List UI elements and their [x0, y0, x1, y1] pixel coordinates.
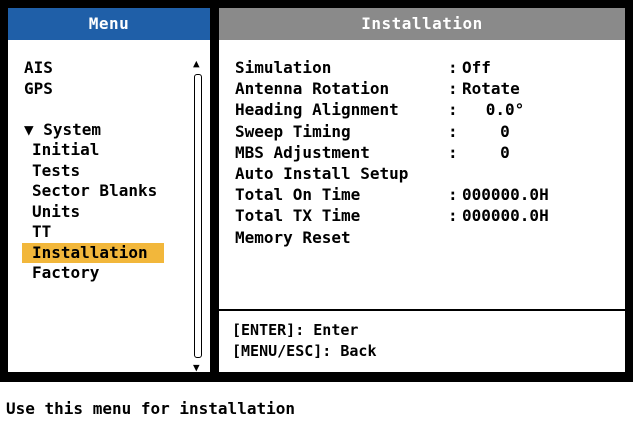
scroll-track[interactable]: [194, 74, 202, 358]
setting-colon: :: [448, 142, 458, 162]
setting-value: 000000.0H: [462, 185, 549, 205]
menu-header: Menu: [8, 8, 210, 40]
setting-colon: :: [448, 121, 458, 141]
menu-item-initial[interactable]: Initial: [24, 140, 164, 161]
setting-label: Simulation: [235, 58, 332, 77]
menu-list: AIS GPS ▼ System Initial Tests Sector Blanks U…: [22, 58, 164, 284]
scroll-up-icon[interactable]: ▲: [193, 58, 200, 70]
menu-spacer: [24, 99, 164, 120]
setting-simulation[interactable]: Simulation: Off: [235, 58, 615, 79]
setting-label: Total TX Time: [235, 206, 361, 226]
menu-panel: Menu AIS GPS ▼ System Initial Tests Sector Bl…: [8, 8, 210, 374]
setting-value: Off: [462, 58, 491, 77]
menu-item-tt[interactable]: TT: [24, 222, 164, 243]
setting-colon: :: [448, 185, 458, 205]
setting-label: Auto Install Setup: [235, 163, 409, 183]
setting-total-on-time[interactable]: Total On Time:000000.0H: [235, 185, 615, 206]
setting-value: 000000.0H: [462, 206, 549, 226]
setting-mbs-adjustment[interactable]: MBS Adjustment: 0: [235, 143, 615, 164]
setting-colon: :: [448, 206, 458, 226]
menu-item-gps[interactable]: GPS: [24, 79, 164, 100]
installation-header: Installation: [219, 8, 625, 40]
setting-value: 0: [500, 121, 510, 141]
setting-label: Heading Alignment: [235, 100, 399, 120]
menu-item-factory[interactable]: Factory: [24, 263, 164, 284]
divider: [219, 309, 625, 311]
setting-total-tx-time[interactable]: Total TX Time:000000.0H: [235, 206, 615, 227]
setting-colon: :: [448, 100, 458, 120]
status-bar: Use this menu for installation: [0, 382, 633, 427]
setting-memory-reset[interactable]: Memory Reset: [235, 228, 615, 249]
setting-label: Memory Reset: [235, 227, 351, 247]
menu-item-system[interactable]: ▼ System: [24, 120, 164, 141]
enter-key-hint: [ENTER]: Enter: [232, 321, 359, 339]
setting-heading-alignment[interactable]: Heading Alignment: 0.0°: [235, 100, 615, 121]
menu-item-installation[interactable]: Installation: [22, 242, 164, 263]
setting-value: Rotate: [462, 79, 520, 99]
radar-screen: Menu AIS GPS ▼ System Initial Tests Sector Bl…: [0, 0, 633, 427]
setting-label: Sweep Timing: [235, 121, 351, 141]
setting-value: 0.0°: [485, 100, 525, 120]
setting-auto-install-setup[interactable]: Auto Install Setup: [235, 164, 615, 185]
menu-item-ais[interactable]: AIS: [24, 58, 164, 79]
menu-scrollbar[interactable]: ▲ ▼: [192, 58, 204, 374]
scroll-down-icon[interactable]: ▼: [193, 362, 200, 374]
setting-label: MBS Adjustment: [235, 142, 370, 162]
setting-antenna-rotation[interactable]: Antenna Rotation: Rotate: [235, 79, 615, 100]
status-text: Use this menu for installation: [6, 399, 295, 418]
key-hints: [ENTER]: Enter [MENU/ESC]: Back: [232, 320, 377, 362]
menu-item-sector-blanks[interactable]: Sector Blanks: [24, 181, 164, 202]
setting-value: 0: [500, 142, 510, 162]
back-key-hint: [MENU/ESC]: Back: [232, 342, 377, 360]
setting-label: Total On Time: [235, 185, 361, 205]
menu-item-units[interactable]: Units: [24, 202, 164, 223]
setting-colon: :: [448, 58, 458, 77]
setting-colon: :: [448, 79, 458, 99]
menu-item-tests[interactable]: Tests: [24, 161, 164, 182]
setting-label: Antenna Rotation: [235, 79, 390, 99]
installation-list: Simulation: Off Antenna Rotation: Rotate Hea…: [235, 58, 615, 249]
installation-panel: Installation Simulation: Off Antenna Rotat…: [219, 8, 625, 372]
setting-sweep-timing[interactable]: Sweep Timing: 0: [235, 122, 615, 143]
